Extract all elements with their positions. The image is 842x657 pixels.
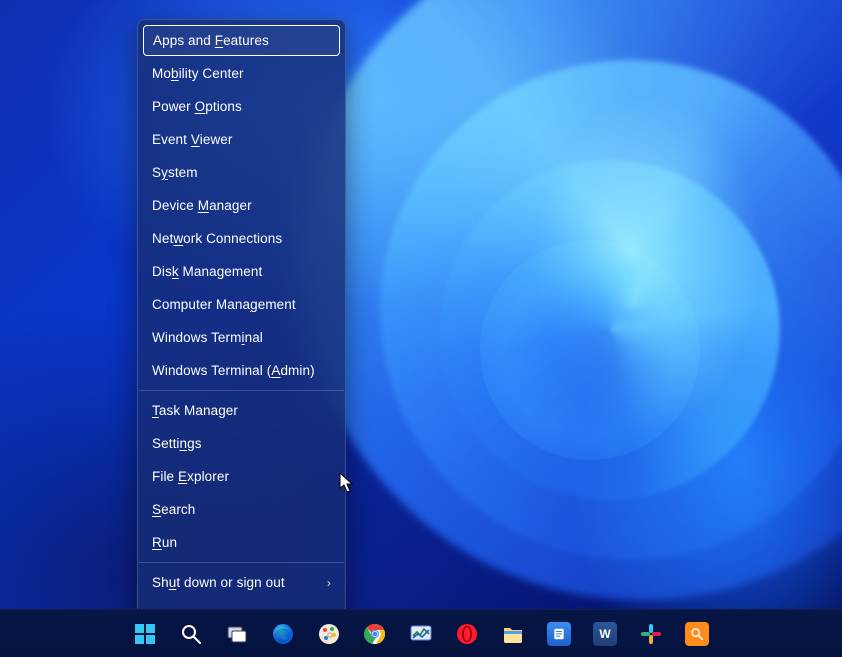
menu-item-file-explorer[interactable]: File Explorer bbox=[138, 460, 345, 493]
menu-item-label: Windows Terminal bbox=[152, 330, 263, 345]
opera-icon bbox=[455, 622, 479, 646]
menu-separator bbox=[139, 562, 344, 563]
menu-item-shut-down-or-sign-out[interactable]: Shut down or sign out › bbox=[138, 566, 345, 599]
taskbar-button-monitor-chart[interactable] bbox=[401, 614, 441, 654]
desktop-wallpaper[interactable] bbox=[0, 0, 842, 657]
taskbar-button-paint[interactable] bbox=[309, 614, 349, 654]
taskbar-button-everything[interactable] bbox=[677, 614, 717, 654]
file-explorer-icon bbox=[501, 622, 525, 646]
menu-item-task-manager[interactable]: Task Manager bbox=[138, 394, 345, 427]
menu-item-label: Event Viewer bbox=[152, 132, 233, 147]
taskbar-button-chrome[interactable] bbox=[355, 614, 395, 654]
menu-item-label: Disk Management bbox=[152, 264, 262, 279]
menu-item-label: Network Connections bbox=[152, 231, 282, 246]
menu-item-power-options[interactable]: Power Options bbox=[138, 90, 345, 123]
wallpaper-swirl bbox=[480, 240, 700, 460]
search-icon bbox=[179, 622, 203, 646]
paint-icon bbox=[317, 622, 341, 646]
start-icon bbox=[133, 622, 157, 646]
word-icon: W bbox=[593, 622, 617, 646]
menu-item-computer-management[interactable]: Computer Management bbox=[138, 288, 345, 321]
winx-context-menu: Apps and Features Mobility Center Power Op… bbox=[137, 19, 346, 637]
menu-item-system[interactable]: System bbox=[138, 156, 345, 189]
menu-item-label: Run bbox=[152, 535, 177, 550]
menu-item-network-connections[interactable]: Network Connections bbox=[138, 222, 345, 255]
menu-item-label: File Explorer bbox=[152, 469, 229, 484]
taskbar-button-search[interactable] bbox=[171, 614, 211, 654]
taskbar-button-opera[interactable] bbox=[447, 614, 487, 654]
taskbar: W bbox=[0, 609, 842, 657]
menu-item-windows-terminal-admin[interactable]: Windows Terminal (Admin) bbox=[138, 354, 345, 387]
menu-separator bbox=[139, 390, 344, 391]
menu-item-label: Apps and Features bbox=[153, 33, 269, 48]
blue-doc-app-icon bbox=[547, 622, 571, 646]
menu-item-search[interactable]: Search bbox=[138, 493, 345, 526]
menu-item-apps-and-features[interactable]: Apps and Features bbox=[143, 25, 340, 56]
menu-item-label: Windows Terminal (Admin) bbox=[152, 363, 315, 378]
menu-item-label: Computer Management bbox=[152, 297, 296, 312]
slack-icon bbox=[639, 622, 663, 646]
monitor-chart-icon bbox=[409, 622, 433, 646]
menu-item-label: Device Manager bbox=[152, 198, 252, 213]
menu-item-windows-terminal[interactable]: Windows Terminal bbox=[138, 321, 345, 354]
everything-icon bbox=[685, 622, 709, 646]
menu-item-label: Power Options bbox=[152, 99, 242, 114]
menu-item-mobility-center[interactable]: Mobility Center bbox=[138, 57, 345, 90]
taskbar-button-start[interactable] bbox=[125, 614, 165, 654]
taskbar-button-file-explorer[interactable] bbox=[493, 614, 533, 654]
menu-item-label: System bbox=[152, 165, 198, 180]
menu-item-settings[interactable]: Settings bbox=[138, 427, 345, 460]
menu-item-label: Mobility Center bbox=[152, 66, 244, 81]
menu-item-device-manager[interactable]: Device Manager bbox=[138, 189, 345, 222]
taskbar-button-word[interactable]: W bbox=[585, 614, 625, 654]
menu-item-run[interactable]: Run bbox=[138, 526, 345, 559]
menu-item-event-viewer[interactable]: Event Viewer bbox=[138, 123, 345, 156]
taskbar-button-task-view[interactable] bbox=[217, 614, 257, 654]
taskbar-button-edge[interactable] bbox=[263, 614, 303, 654]
menu-item-label: Search bbox=[152, 502, 195, 517]
menu-item-label: Shut down or sign out bbox=[152, 575, 285, 590]
task-view-icon bbox=[225, 622, 249, 646]
taskbar-button-blue-doc-app[interactable] bbox=[539, 614, 579, 654]
taskbar-button-slack[interactable] bbox=[631, 614, 671, 654]
menu-item-disk-management[interactable]: Disk Management bbox=[138, 255, 345, 288]
menu-item-label: Settings bbox=[152, 436, 202, 451]
chrome-icon bbox=[363, 622, 387, 646]
edge-icon bbox=[271, 622, 295, 646]
chevron-right-icon: › bbox=[327, 576, 331, 590]
menu-item-label: Task Manager bbox=[152, 403, 238, 418]
taskbar-icon-group: W bbox=[125, 614, 717, 654]
